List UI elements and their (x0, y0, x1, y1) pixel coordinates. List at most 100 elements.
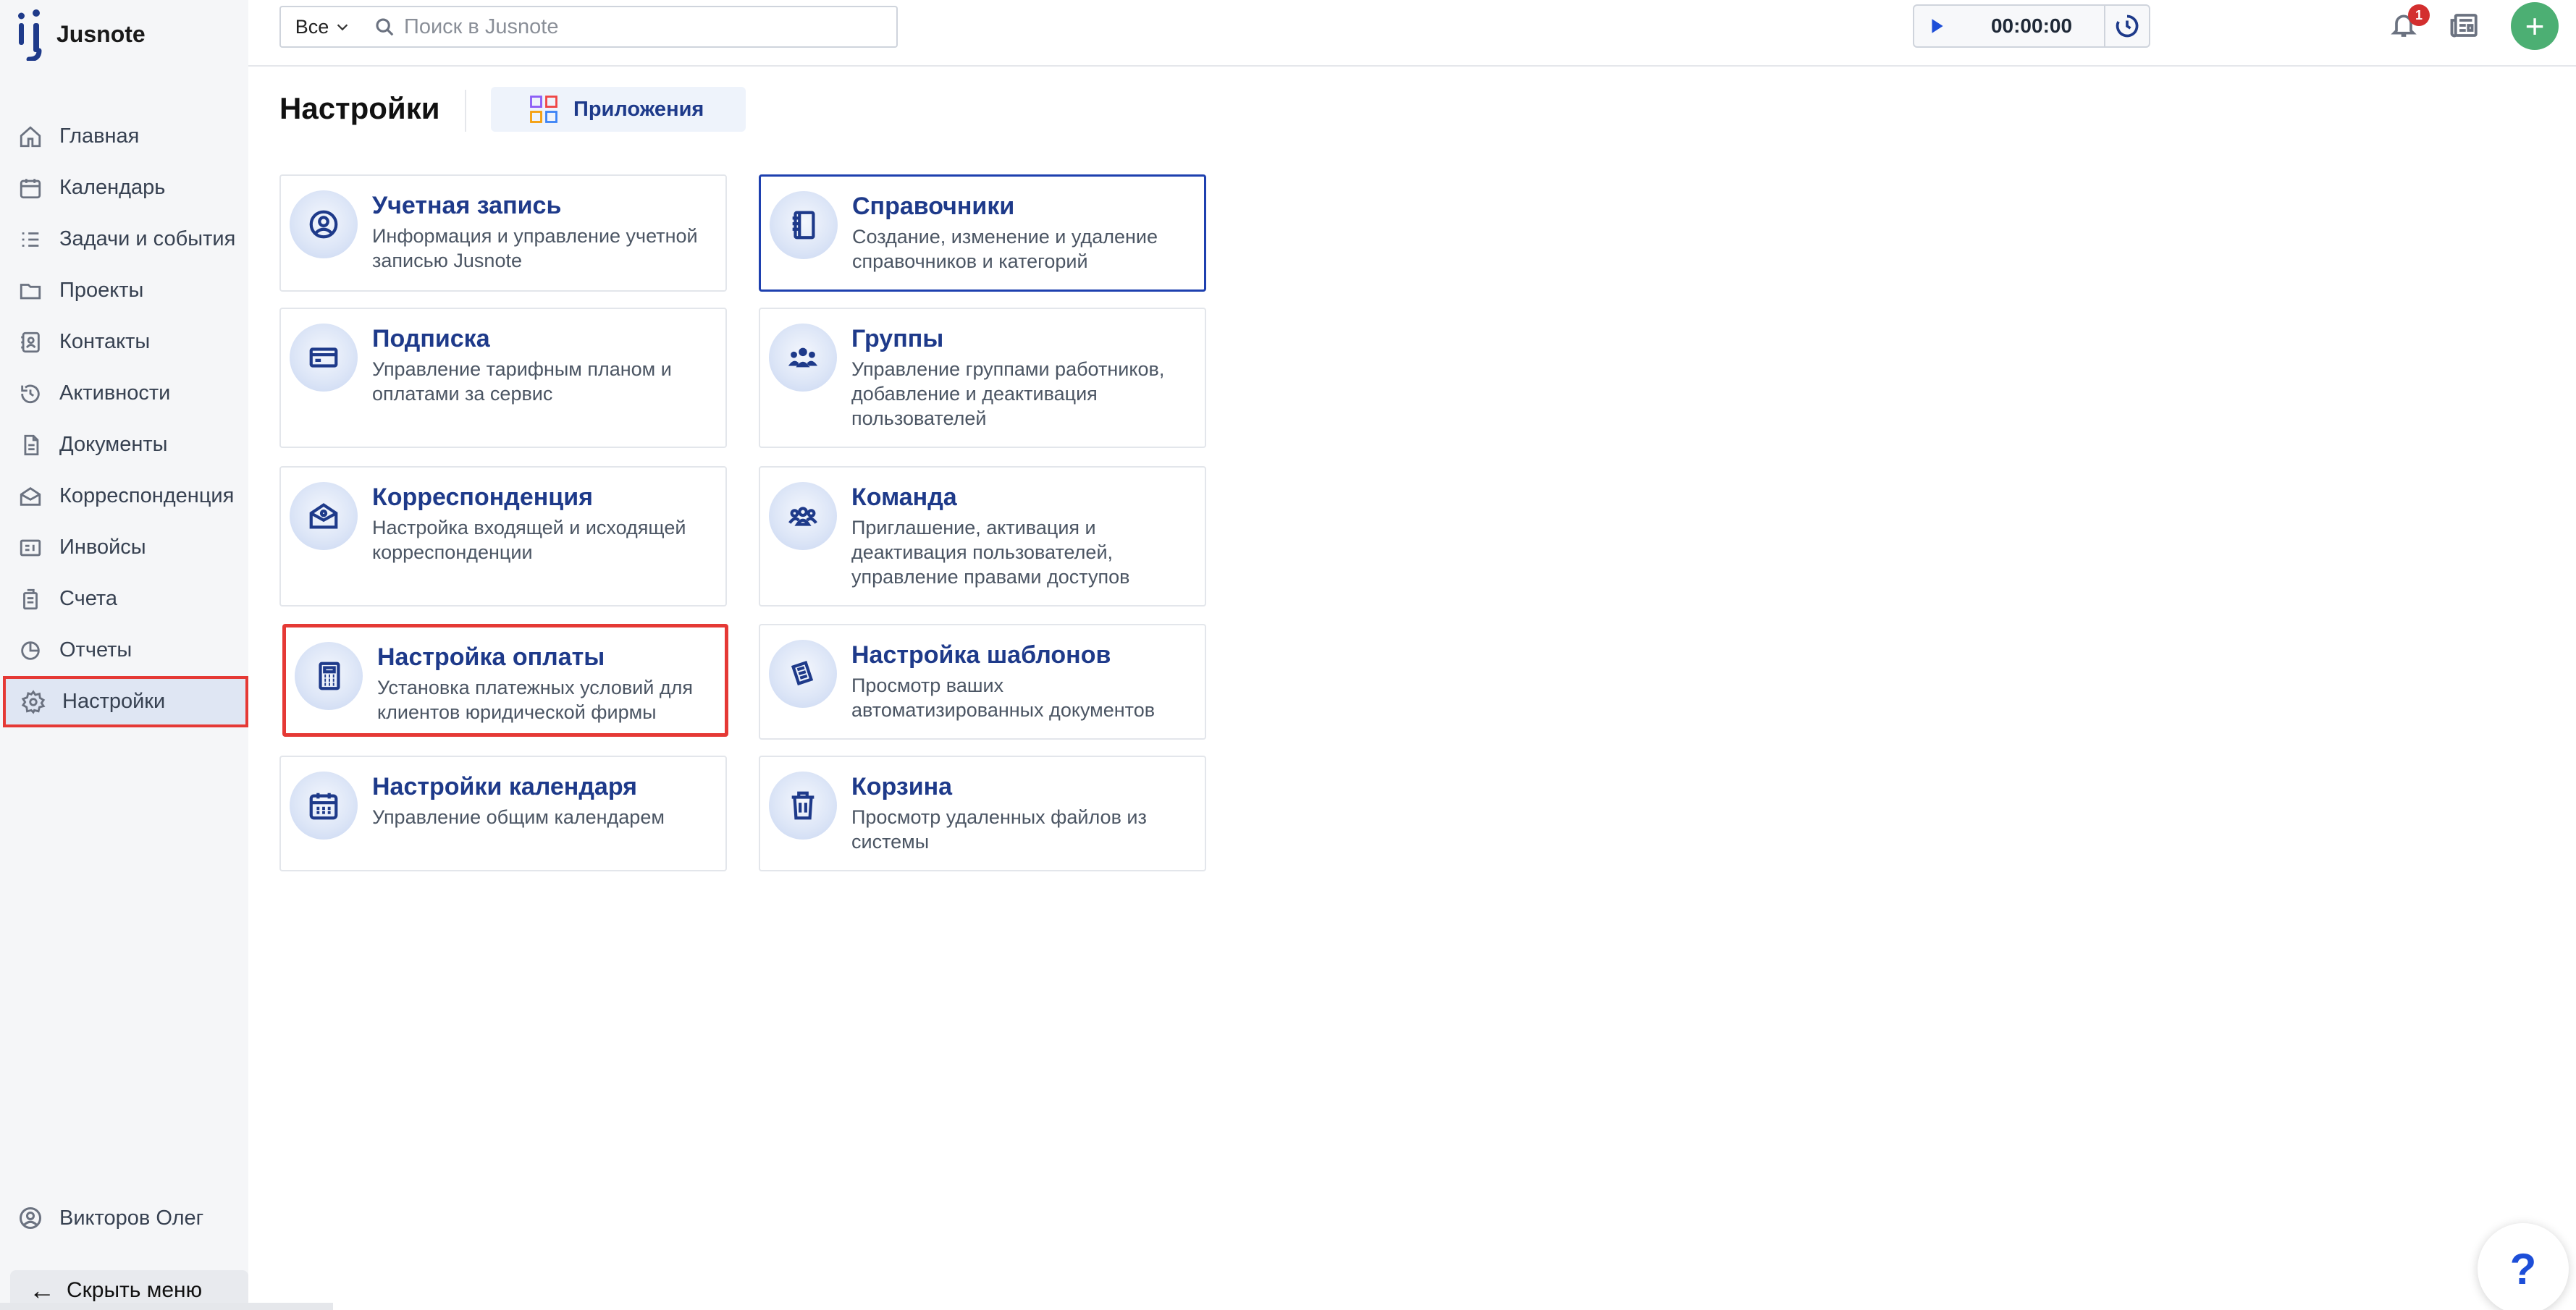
sidebar-item-label: Проекты (59, 279, 144, 302)
sidebar-item-documents[interactable]: Документы (0, 419, 248, 470)
card-title: Корреспонденция (372, 483, 593, 511)
notifications-badge: 1 (2408, 4, 2430, 26)
divider (465, 90, 466, 132)
sidebar-item-label: Календарь (59, 176, 166, 199)
sidebar-item-invoices[interactable]: Инвойсы (0, 522, 248, 573)
settings-card-account[interactable]: Учетная запись Информация и управление у… (279, 174, 727, 292)
calendar-grid-icon (290, 772, 358, 840)
bank-icon (17, 586, 43, 612)
card-description: Приглашение, активация и деактивация пол… (851, 517, 1130, 588)
card-description: Просмотр удаленных файлов из системы (851, 806, 1147, 853)
sidebar-item-tasks[interactable]: Задачи и события (0, 214, 248, 265)
mail-icon (17, 483, 43, 510)
users-group-icon (769, 324, 837, 392)
card-description: Управление общим календарем (372, 806, 665, 828)
home-icon (17, 124, 43, 150)
sidebar-item-label: Контакты (59, 330, 151, 353)
card-title: Команда (851, 483, 957, 511)
sidebar-item-label: Активности (59, 381, 171, 405)
apps-grid-icon (530, 96, 557, 123)
templates-icon (769, 640, 837, 708)
settings-card-calendar[interactable]: Настройки календаря Управление общим кал… (279, 756, 727, 871)
settings-card-directories[interactable]: Справочники Создание, изменение и удален… (759, 174, 1206, 292)
sidebar-item-calendar[interactable]: Календарь (0, 162, 248, 214)
tasks-icon (17, 227, 43, 253)
arrow-left-icon: ← (29, 1275, 55, 1305)
sidebar-item-projects[interactable]: Проекты (0, 265, 248, 316)
chevron-down-icon (337, 24, 348, 31)
sidebar-item-correspondence[interactable]: Корреспонденция (0, 470, 248, 522)
top-bar: Все (248, 0, 2576, 67)
envelope-icon (290, 482, 358, 550)
apps-button-label: Приложения (573, 97, 704, 121)
user-icon (20, 1207, 41, 1229)
news-button[interactable] (2449, 10, 2481, 42)
sidebar-item-contacts[interactable]: Контакты (0, 316, 248, 368)
sidebar-item-home[interactable]: Главная (0, 111, 248, 162)
card-description: Создание, изменение и удаление справочни… (852, 226, 1158, 272)
logo-text: Jusnote (56, 20, 146, 47)
gear-icon (20, 689, 46, 715)
card-description: Установка платежных условий для клиентов… (377, 677, 693, 723)
time-tracker: 00:00:00 (1913, 4, 2150, 48)
search-scope-value: Все (295, 15, 329, 38)
user-circle-icon (290, 190, 358, 258)
timer-value: 00:00:00 (1990, 14, 2073, 37)
settings-card-team[interactable]: Команда Приглашение, активация и деактив… (759, 466, 1206, 607)
clock-history-icon (2116, 14, 2139, 38)
contacts-icon (17, 329, 43, 355)
sidebar-item-activities[interactable]: Активности (0, 368, 248, 419)
sidebar-nav: Главная Календарь Задачи и события Проек… (0, 111, 248, 727)
settings-card-templates[interactable]: Настройка шаблонов Просмотр ваших автома… (759, 624, 1206, 740)
card-title: Подписка (372, 325, 490, 352)
sidebar-item-reports[interactable]: Отчеты (0, 625, 248, 676)
trash-icon (769, 772, 837, 840)
user-name: Викторов Олег (59, 1206, 204, 1230)
card-description: Информация и управление учетной записью … (372, 225, 698, 271)
timer-history-button[interactable] (2104, 6, 2149, 46)
sidebar-item-label: Инвойсы (59, 536, 146, 559)
sidebar-item-settings[interactable]: Настройки (3, 676, 248, 727)
timer-play-button[interactable] (1914, 6, 1959, 46)
search-box (365, 6, 898, 48)
question-mark-icon: ? (2509, 1244, 2537, 1293)
card-title: Настройка шаблонов (851, 641, 1111, 669)
status-strip (0, 1303, 333, 1310)
page-title: Настройки (279, 91, 440, 125)
newspaper-icon (2450, 14, 2478, 38)
team-icon (769, 482, 837, 550)
card-title: Учетная запись (372, 192, 562, 219)
settings-card-trash[interactable]: Корзина Просмотр удаленных файлов из сис… (759, 756, 1206, 871)
card-description: Настройка входящей и исходящей корреспон… (372, 517, 686, 563)
documents-icon (17, 432, 43, 458)
play-icon (1932, 19, 1943, 33)
history-icon (17, 381, 43, 407)
card-title: Настройки календаря (372, 773, 637, 800)
sidebar-item-label: Задачи и события (59, 227, 236, 250)
search-input[interactable] (404, 14, 882, 39)
search-scope-dropdown[interactable]: Все (279, 6, 366, 48)
sidebar: Jusnote Главная Календарь Задачи и событ… (0, 0, 248, 1310)
card-title: Настройка оплаты (377, 643, 605, 671)
sidebar-item-accounts[interactable]: Счета (0, 573, 248, 625)
user-profile[interactable]: Викторов Олег (17, 1205, 203, 1231)
settings-card-payment[interactable]: Настройка оплаты Установка платежных усл… (282, 624, 728, 737)
invoice-icon (17, 535, 43, 561)
add-button[interactable]: + (2511, 2, 2559, 50)
sidebar-item-label: Главная (59, 124, 140, 148)
calculator-icon (295, 642, 363, 710)
card-title: Корзина (851, 773, 953, 800)
settings-card-correspondence[interactable]: Корреспонденция Настройка входящей и исх… (279, 466, 727, 607)
report-icon (17, 638, 43, 664)
app-root: Jusnote Главная Календарь Задачи и событ… (0, 0, 2576, 1310)
settings-card-groups[interactable]: Группы Управление группами работников, д… (759, 308, 1206, 448)
plus-icon: + (2525, 7, 2545, 45)
help-button[interactable]: ? (2478, 1223, 2569, 1310)
sidebar-item-label: Документы (59, 433, 168, 456)
sidebar-item-label: Корреспонденция (59, 484, 235, 507)
sidebar-item-label: Отчеты (59, 638, 132, 662)
logo[interactable]: Jusnote (16, 7, 146, 61)
search-icon (376, 18, 394, 36)
settings-card-subscription[interactable]: Подписка Управление тарифным планом и оп… (279, 308, 727, 448)
apps-button[interactable]: Приложения (491, 87, 746, 132)
